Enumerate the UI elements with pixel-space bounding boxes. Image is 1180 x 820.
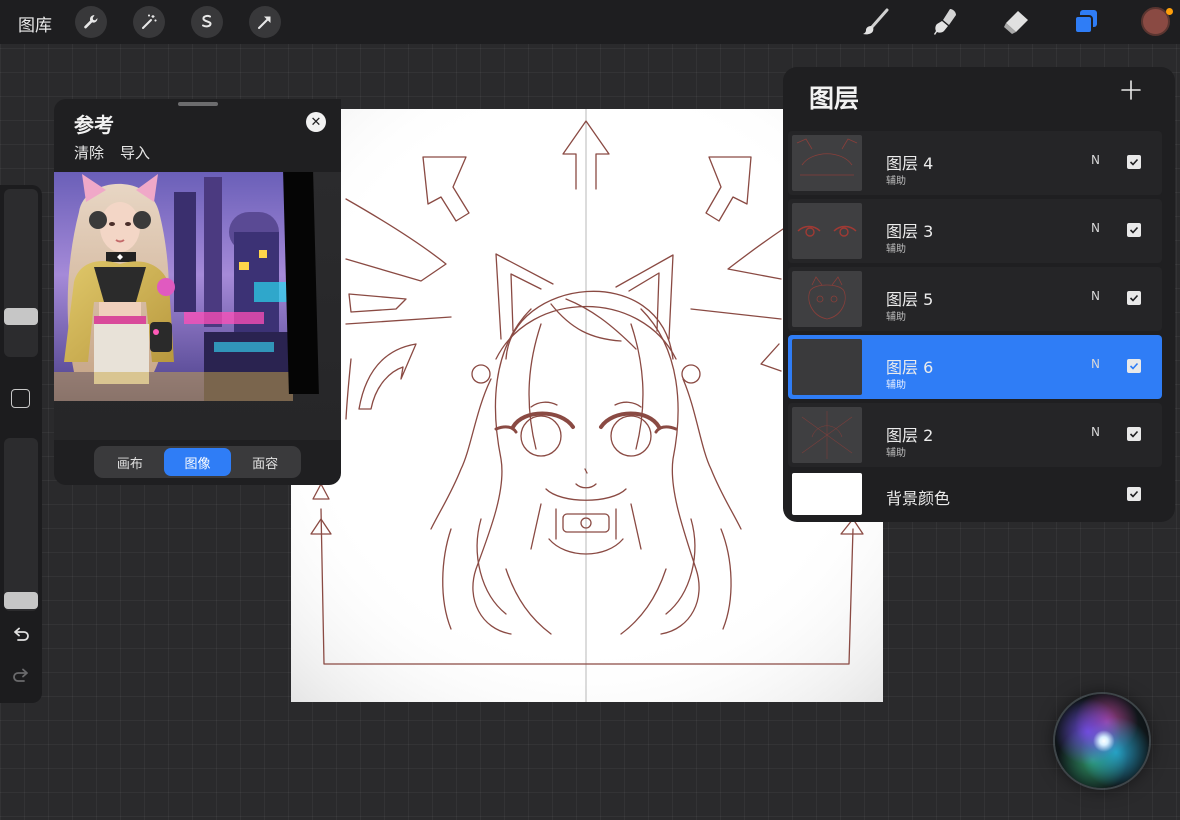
- layer-name: 图层 2: [886, 426, 934, 445]
- clear-button[interactable]: 清除: [74, 142, 104, 163]
- transform-arrow-icon[interactable]: [249, 6, 281, 38]
- siri-orb[interactable]: [1055, 694, 1149, 788]
- background-color-row[interactable]: 背景颜色: [788, 469, 1162, 519]
- layer-subtitle: 辅助: [886, 448, 906, 459]
- selection-icon[interactable]: [191, 6, 223, 38]
- tab-image[interactable]: 图像: [163, 448, 232, 476]
- blend-mode-button[interactable]: N: [1091, 289, 1100, 303]
- layer-name: 图层 4: [886, 154, 934, 173]
- close-icon[interactable]: ✕: [306, 112, 326, 132]
- blend-mode-button[interactable]: N: [1091, 221, 1100, 235]
- tab-face[interactable]: 面容: [231, 448, 299, 476]
- modify-button-icon[interactable]: [11, 389, 30, 408]
- visibility-checkbox[interactable]: [1127, 223, 1141, 237]
- top-toolbar: 图库: [0, 0, 1180, 44]
- layer-row[interactable]: 图层 4 辅助 N: [788, 131, 1162, 195]
- actions-wrench-icon[interactable]: [75, 6, 107, 38]
- brush-size-thumb[interactable]: [4, 308, 38, 325]
- blend-mode-button[interactable]: N: [1091, 425, 1100, 439]
- visibility-checkbox[interactable]: [1127, 155, 1141, 169]
- layer-row-selected[interactable]: 图层 6 辅助 N: [788, 335, 1162, 399]
- reference-panel: 参考 ✕ 清除 导入 画布 图像 面容: [54, 99, 341, 485]
- visibility-checkbox[interactable]: [1127, 427, 1141, 441]
- reference-image-area[interactable]: [54, 172, 341, 440]
- reference-drag-handle[interactable]: [178, 102, 218, 106]
- background-color-thumbnail[interactable]: [792, 473, 862, 515]
- reference-image: [54, 172, 293, 401]
- brush-size-slider[interactable]: [4, 189, 38, 357]
- visibility-checkbox[interactable]: [1127, 487, 1141, 501]
- blend-mode-button[interactable]: N: [1091, 153, 1100, 167]
- undo-icon[interactable]: [10, 625, 32, 647]
- layer-name: 图层 5: [886, 290, 934, 309]
- layers-panel: 图层 图层 4 辅助 N 图层 3 辅助 N 图层 5 辅助 N 图层 6 辅助…: [783, 67, 1175, 522]
- eraser-icon[interactable]: [998, 5, 1034, 39]
- layer-thumbnail: [792, 407, 862, 463]
- reference-image-edge: [283, 172, 319, 394]
- reference-mode-selector: 画布 图像 面容: [94, 446, 301, 478]
- layer-thumbnail: [792, 339, 862, 395]
- layers-title: 图层: [809, 84, 860, 113]
- visibility-checkbox[interactable]: [1127, 291, 1141, 305]
- blend-mode-button[interactable]: N: [1091, 357, 1100, 371]
- layer-name: 图层 3: [886, 222, 934, 241]
- color-indicator-dot: [1166, 8, 1173, 15]
- layer-subtitle: 辅助: [886, 176, 906, 187]
- layer-name: 图层 6: [886, 358, 934, 377]
- layer-subtitle: 辅助: [886, 380, 906, 391]
- opacity-slider[interactable]: [4, 438, 38, 611]
- layer-subtitle: 辅助: [886, 244, 906, 255]
- brush-icon[interactable]: [858, 5, 894, 39]
- layer-subtitle: 辅助: [886, 312, 906, 323]
- layer-row[interactable]: 图层 3 辅助 N: [788, 199, 1162, 263]
- layer-row[interactable]: 图层 2 辅助 N: [788, 403, 1162, 467]
- gallery-button[interactable]: 图库: [18, 11, 52, 36]
- layer-row[interactable]: 图层 5 辅助 N: [788, 267, 1162, 331]
- smudge-icon[interactable]: [928, 5, 964, 39]
- reference-title: 参考: [74, 113, 114, 137]
- adjustments-magic-wand-icon[interactable]: [133, 6, 165, 38]
- left-sidebar: [0, 185, 42, 703]
- layer-thumbnail: [792, 271, 862, 327]
- layer-thumbnail: [792, 203, 862, 259]
- visibility-checkbox[interactable]: [1127, 359, 1141, 373]
- import-button[interactable]: 导入: [120, 142, 150, 163]
- tab-canvas[interactable]: 画布: [96, 448, 164, 476]
- layer-thumbnail: [792, 135, 862, 191]
- redo-icon[interactable]: [10, 666, 32, 688]
- opacity-thumb[interactable]: [4, 592, 38, 609]
- add-layer-icon[interactable]: [1120, 79, 1142, 101]
- layer-name: 背景颜色: [886, 489, 951, 508]
- layers-icon[interactable]: [1068, 5, 1104, 39]
